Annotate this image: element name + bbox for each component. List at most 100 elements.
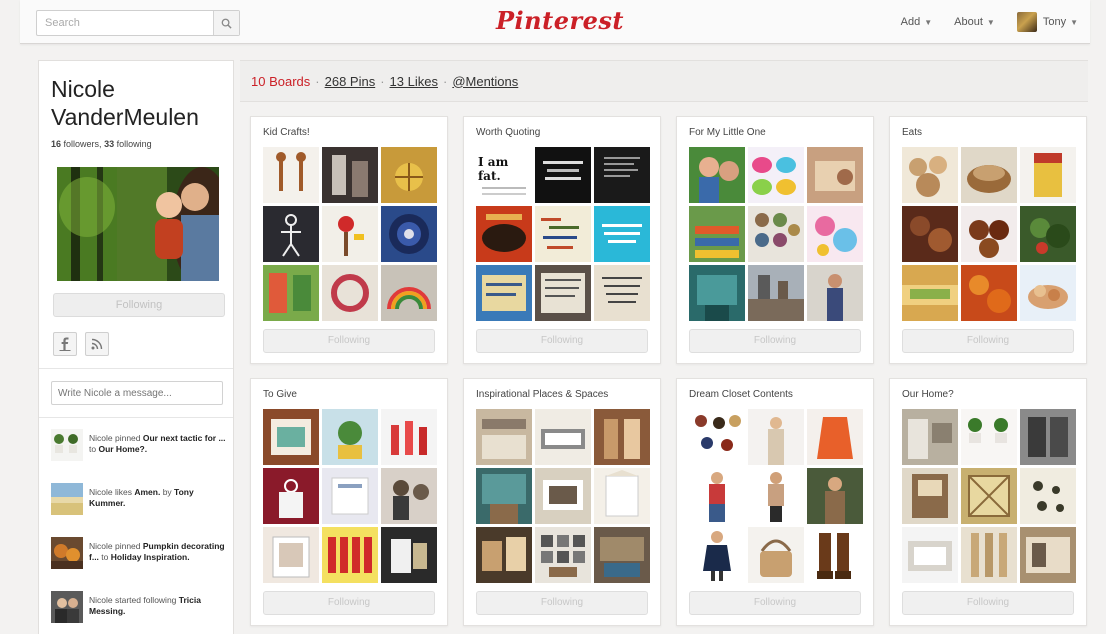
activity-object-link[interactable]: Our next tactic for ... xyxy=(143,433,226,443)
rss-button[interactable] xyxy=(85,332,109,356)
board-card[interactable]: For My Little One Following xyxy=(676,116,874,364)
pin-thumbnail[interactable] xyxy=(689,468,745,524)
pin-thumbnail[interactable] xyxy=(689,527,745,583)
pin-thumbnail[interactable] xyxy=(748,409,804,465)
pin-thumbnail[interactable] xyxy=(594,147,650,203)
pin-thumbnail[interactable] xyxy=(748,265,804,321)
followers-count[interactable]: 16 xyxy=(51,139,61,149)
activity-item[interactable]: Nicole likes Amen. by Tony Kummer. xyxy=(51,483,231,515)
about-menu[interactable]: About ▼ xyxy=(954,16,995,28)
pin-thumbnail[interactable] xyxy=(263,527,319,583)
activity-item[interactable]: Nicole started following Tricia Messing. xyxy=(51,591,231,623)
pin-thumbnail[interactable] xyxy=(748,527,804,583)
board-card[interactable]: Inspirational Places & Spaces Following xyxy=(463,378,661,626)
add-menu[interactable]: Add ▼ xyxy=(901,16,933,28)
pin-thumbnail[interactable] xyxy=(381,468,437,524)
pin-thumbnail[interactable] xyxy=(322,265,378,321)
board-title[interactable]: To Give xyxy=(263,389,297,400)
board-title[interactable]: Eats xyxy=(902,127,922,138)
pin-thumbnail[interactable] xyxy=(263,409,319,465)
pin-thumbnail[interactable] xyxy=(748,147,804,203)
search-button[interactable] xyxy=(213,11,239,35)
pin-thumbnail[interactable] xyxy=(961,147,1017,203)
pin-thumbnail[interactable] xyxy=(807,409,863,465)
following-label[interactable]: following xyxy=(117,139,152,149)
pin-thumbnail[interactable] xyxy=(476,409,532,465)
board-card[interactable]: Worth Quoting I am fat. Following xyxy=(463,116,661,364)
pin-thumbnail[interactable] xyxy=(263,468,319,524)
board-follow-button[interactable]: Following xyxy=(476,591,648,615)
pin-thumbnail[interactable] xyxy=(807,147,863,203)
pin-thumbnail[interactable] xyxy=(322,468,378,524)
boards-tab[interactable]: 10 Boards xyxy=(251,74,310,89)
pin-thumbnail[interactable]: I am fat. xyxy=(476,147,532,203)
pin-thumbnail[interactable] xyxy=(1020,206,1076,262)
pin-thumbnail[interactable] xyxy=(689,265,745,321)
pin-thumbnail[interactable] xyxy=(476,265,532,321)
board-follow-button[interactable]: Following xyxy=(263,591,435,615)
pin-thumbnail[interactable] xyxy=(263,265,319,321)
board-follow-button[interactable]: Following xyxy=(902,329,1074,353)
activity-target-link[interactable]: Holiday Inspiration. xyxy=(111,552,190,562)
pin-thumbnail[interactable] xyxy=(381,265,437,321)
followers-label[interactable]: followers, xyxy=(64,139,102,149)
board-title[interactable]: Dream Closet Contents xyxy=(689,389,793,400)
user-menu[interactable]: Tony ▼ xyxy=(1016,12,1078,32)
pin-thumbnail[interactable] xyxy=(322,206,378,262)
pin-thumbnail[interactable] xyxy=(902,409,958,465)
activity-item[interactable]: Nicole pinned Our next tactic for ... to… xyxy=(51,429,231,461)
pin-thumbnail[interactable] xyxy=(902,468,958,524)
pin-thumbnail[interactable] xyxy=(594,206,650,262)
pin-thumbnail[interactable] xyxy=(476,527,532,583)
board-title[interactable]: Worth Quoting xyxy=(476,127,540,138)
board-follow-button[interactable]: Following xyxy=(689,591,861,615)
pin-thumbnail[interactable] xyxy=(961,409,1017,465)
board-follow-button[interactable]: Following xyxy=(476,329,648,353)
pin-thumbnail[interactable] xyxy=(902,527,958,583)
pin-thumbnail[interactable] xyxy=(1020,265,1076,321)
pin-thumbnail[interactable] xyxy=(902,147,958,203)
board-card[interactable]: Our Home? Following xyxy=(889,378,1087,626)
following-count[interactable]: 33 xyxy=(104,139,114,149)
activity-target-link[interactable]: Our Home?. xyxy=(98,444,147,454)
search-input[interactable] xyxy=(37,11,212,35)
board-follow-button[interactable]: Following xyxy=(263,329,435,353)
pin-thumbnail[interactable] xyxy=(807,206,863,262)
pin-thumbnail[interactable] xyxy=(748,206,804,262)
pin-thumbnail[interactable] xyxy=(381,527,437,583)
facebook-button[interactable] xyxy=(53,332,77,356)
pin-thumbnail[interactable] xyxy=(1020,409,1076,465)
pin-thumbnail[interactable] xyxy=(961,206,1017,262)
pins-tab[interactable]: 268 Pins xyxy=(325,74,376,89)
pin-thumbnail[interactable] xyxy=(961,265,1017,321)
pin-thumbnail[interactable] xyxy=(381,147,437,203)
pin-thumbnail[interactable] xyxy=(381,206,437,262)
pin-thumbnail[interactable] xyxy=(807,527,863,583)
pin-thumbnail[interactable] xyxy=(263,147,319,203)
board-title[interactable]: Inspirational Places & Spaces xyxy=(476,389,608,400)
activity-object-link[interactable]: Amen. xyxy=(134,487,160,497)
pin-thumbnail[interactable] xyxy=(594,468,650,524)
pin-thumbnail[interactable] xyxy=(476,206,532,262)
pin-thumbnail[interactable] xyxy=(748,468,804,524)
pinterest-logo[interactable]: Pinterest xyxy=(480,6,640,35)
pin-thumbnail[interactable] xyxy=(535,527,591,583)
board-title[interactable]: Kid Crafts! xyxy=(263,127,310,138)
mentions-tab[interactable]: @Mentions xyxy=(452,74,518,89)
pin-thumbnail[interactable] xyxy=(535,468,591,524)
pin-thumbnail[interactable] xyxy=(535,206,591,262)
pin-thumbnail[interactable] xyxy=(961,527,1017,583)
pin-thumbnail[interactable] xyxy=(902,206,958,262)
pin-thumbnail[interactable] xyxy=(535,409,591,465)
pin-thumbnail[interactable] xyxy=(689,206,745,262)
pin-thumbnail[interactable] xyxy=(476,468,532,524)
board-card[interactable]: Eats Following xyxy=(889,116,1087,364)
board-title[interactable]: Our Home? xyxy=(902,389,954,400)
likes-tab[interactable]: 13 Likes xyxy=(390,74,438,89)
board-follow-button[interactable]: Following xyxy=(902,591,1074,615)
pin-thumbnail[interactable] xyxy=(322,147,378,203)
board-title[interactable]: For My Little One xyxy=(689,127,766,138)
pin-thumbnail[interactable] xyxy=(535,265,591,321)
message-input[interactable] xyxy=(51,381,223,405)
board-follow-button[interactable]: Following xyxy=(689,329,861,353)
